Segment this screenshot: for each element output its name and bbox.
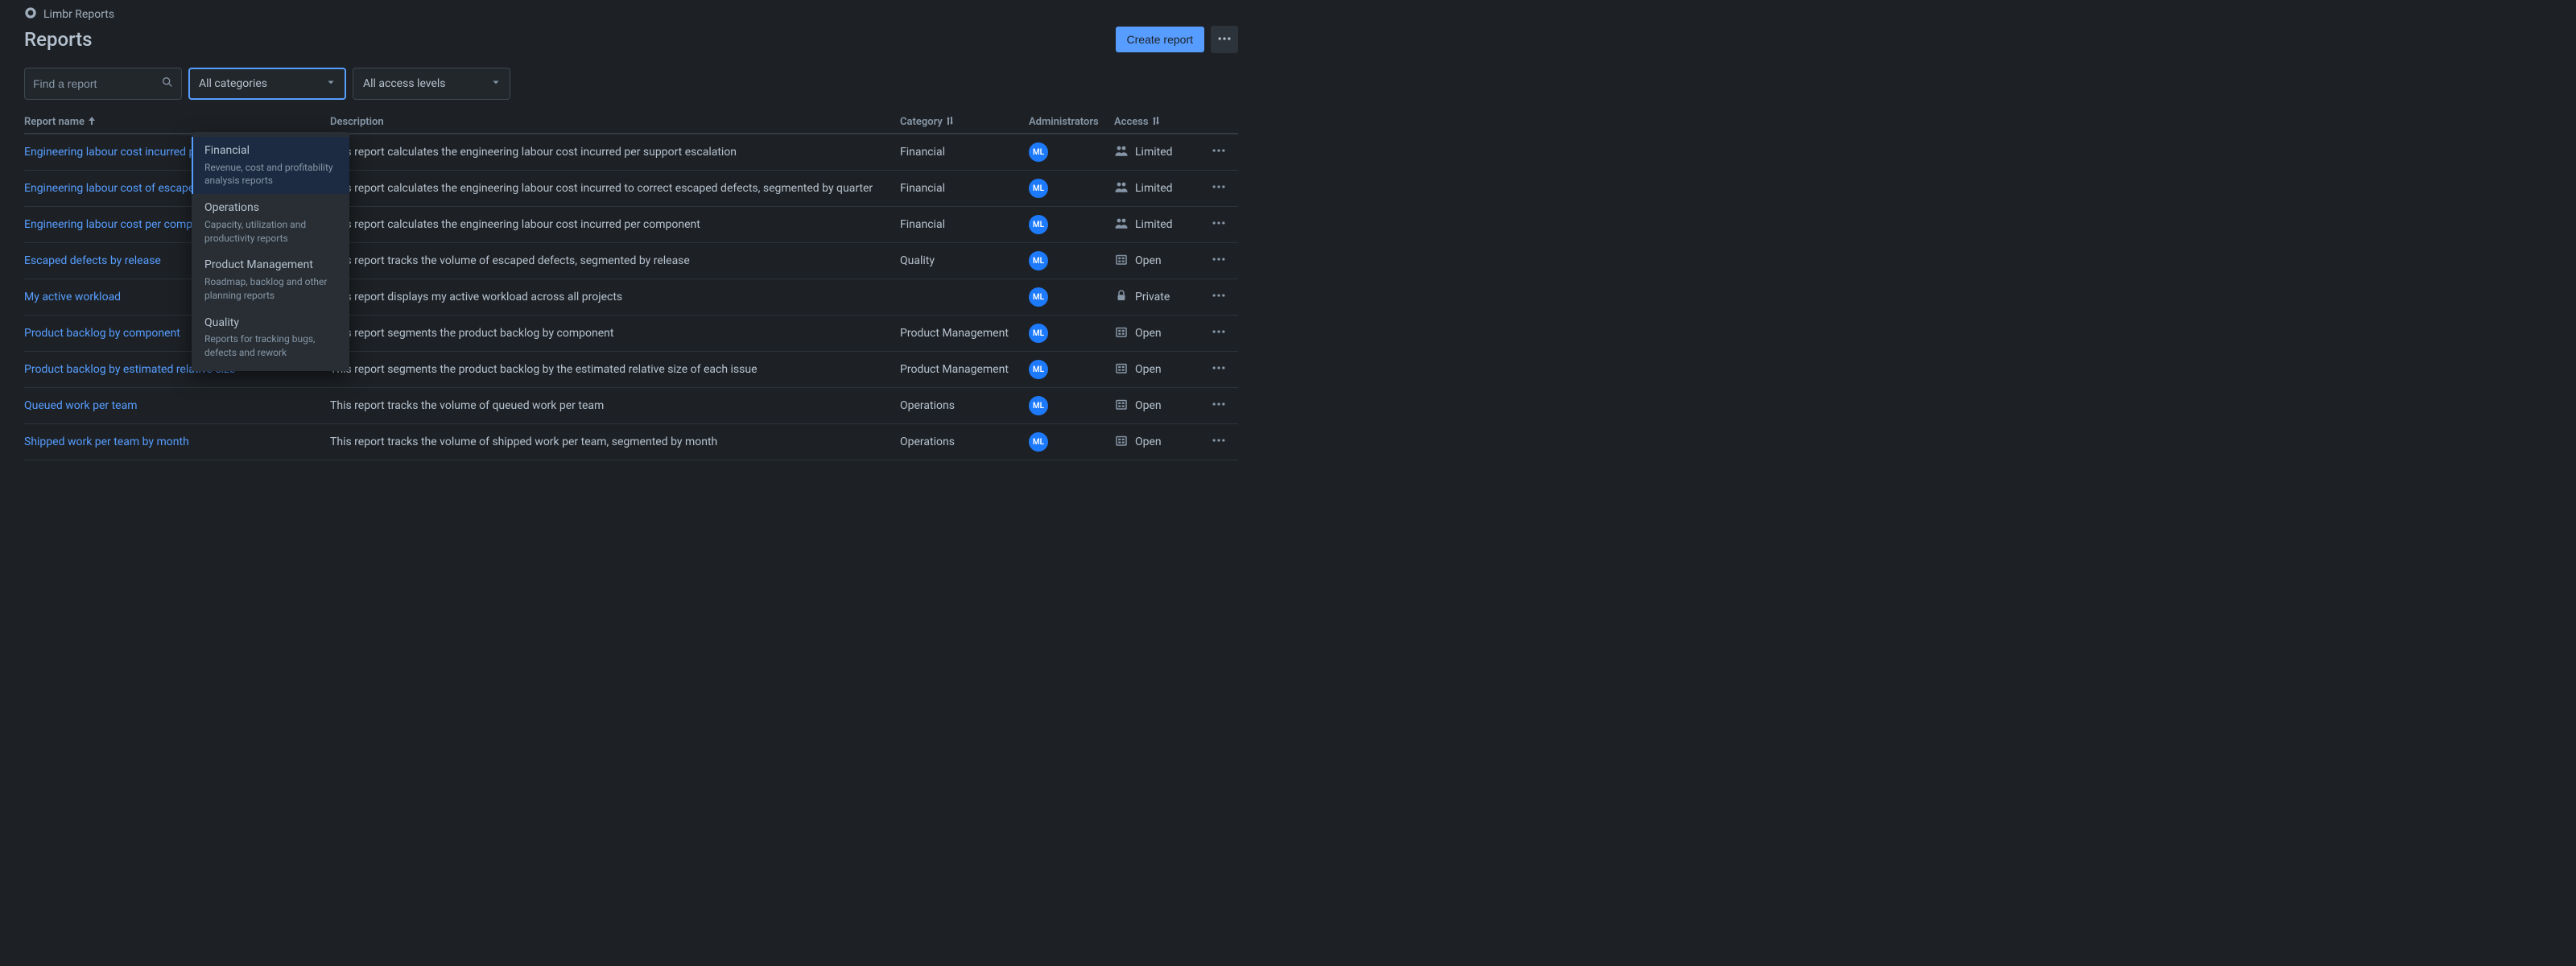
avatar[interactable]: ML bbox=[1029, 215, 1048, 234]
access-label: Open bbox=[1135, 399, 1162, 412]
report-link[interactable]: My active workload bbox=[24, 291, 121, 303]
access-label: Open bbox=[1135, 363, 1162, 376]
sort-icon bbox=[1152, 116, 1160, 128]
row-actions-button[interactable] bbox=[1211, 149, 1227, 162]
report-category: Operations bbox=[900, 424, 1029, 460]
avatar[interactable]: ML bbox=[1029, 360, 1048, 379]
limited-access-icon bbox=[1114, 143, 1129, 161]
category-dropdown: Financial Revenue, cost and profitability… bbox=[192, 132, 349, 371]
report-category bbox=[900, 279, 1029, 316]
search-icon bbox=[161, 76, 174, 92]
access-select-value: All access levels bbox=[363, 77, 446, 90]
row-actions-button[interactable] bbox=[1211, 185, 1227, 198]
open-access-icon bbox=[1114, 361, 1129, 378]
row-actions-button[interactable] bbox=[1211, 294, 1227, 307]
dropdown-item-title: Operations bbox=[204, 200, 338, 217]
report-category: Product Management bbox=[900, 316, 1029, 352]
dropdown-item-subtitle: Revenue, cost and profitability analysis… bbox=[204, 161, 338, 188]
avatar[interactable]: ML bbox=[1029, 179, 1048, 198]
report-category: Financial bbox=[900, 207, 1029, 243]
table-row: Shipped work per team by month This repor… bbox=[24, 424, 1238, 460]
row-actions-button[interactable] bbox=[1211, 330, 1227, 343]
sort-asc-icon bbox=[88, 116, 96, 128]
report-link[interactable]: Shipped work per team by month bbox=[24, 436, 189, 448]
sort-icon bbox=[946, 116, 954, 128]
open-access-icon bbox=[1114, 252, 1129, 270]
report-category: Operations bbox=[900, 388, 1029, 424]
report-description: This report tracks the volume of queued … bbox=[330, 388, 900, 424]
report-description: This report calculates the engineering l… bbox=[330, 207, 900, 243]
row-actions-button[interactable] bbox=[1211, 221, 1227, 234]
chevron-down-icon bbox=[489, 75, 503, 93]
report-description: This report calculates the engineering l… bbox=[330, 171, 900, 207]
dropdown-item-subtitle: Roadmap, backlog and other planning repo… bbox=[204, 275, 338, 303]
more-horizontal-icon bbox=[1216, 31, 1232, 49]
limited-access-icon bbox=[1114, 216, 1129, 233]
breadcrumb: Limbr Reports bbox=[0, 0, 1262, 23]
chevron-down-icon bbox=[324, 75, 338, 93]
avatar[interactable]: ML bbox=[1029, 432, 1048, 452]
avatar[interactable]: ML bbox=[1029, 287, 1048, 307]
limited-access-icon bbox=[1114, 180, 1129, 197]
column-header-access[interactable]: Access bbox=[1114, 109, 1211, 134]
avatar[interactable]: ML bbox=[1029, 396, 1048, 415]
column-header-name[interactable]: Report name bbox=[24, 109, 330, 134]
access-select[interactable]: All access levels bbox=[353, 68, 510, 100]
private-access-icon bbox=[1114, 288, 1129, 306]
dropdown-item[interactable]: Financial Revenue, cost and profitability… bbox=[192, 137, 349, 194]
report-category: Quality bbox=[900, 243, 1029, 279]
dropdown-item[interactable]: Product ManagementRoadmap, backlog and o… bbox=[192, 251, 349, 308]
column-header-description[interactable]: Description bbox=[330, 109, 900, 134]
category-select[interactable]: All categories bbox=[188, 68, 346, 100]
row-actions-button[interactable] bbox=[1211, 402, 1227, 415]
dropdown-item-title: Financial bbox=[204, 143, 338, 159]
create-report-button[interactable]: Create report bbox=[1116, 27, 1204, 52]
report-description: This report tracks the volume of shipped… bbox=[330, 424, 900, 460]
open-access-icon bbox=[1114, 433, 1129, 451]
dropdown-item-subtitle: Capacity, utilization and productivity r… bbox=[204, 218, 338, 246]
row-actions-button[interactable] bbox=[1211, 366, 1227, 379]
open-access-icon bbox=[1114, 324, 1129, 342]
row-actions-button[interactable] bbox=[1211, 258, 1227, 270]
dropdown-item[interactable]: OperationsCapacity, utilization and prod… bbox=[192, 194, 349, 251]
access-label: Limited bbox=[1135, 146, 1173, 159]
search-input[interactable] bbox=[24, 68, 182, 100]
column-header-admin[interactable]: Administrators bbox=[1029, 109, 1114, 134]
column-header-category[interactable]: Category bbox=[900, 109, 1029, 134]
access-label: Limited bbox=[1135, 218, 1173, 231]
report-link[interactable]: Escaped defects by release bbox=[24, 254, 161, 267]
breadcrumb-app[interactable]: Limbr Reports bbox=[43, 8, 114, 21]
row-actions-button[interactable] bbox=[1211, 439, 1227, 452]
report-description: This report calculates the engineering l… bbox=[330, 134, 900, 171]
avatar[interactable]: ML bbox=[1029, 142, 1048, 162]
dropdown-item-title: Quality bbox=[204, 316, 338, 332]
category-select-value: All categories bbox=[199, 77, 267, 90]
page-title: Reports bbox=[24, 28, 92, 51]
access-label: Open bbox=[1135, 327, 1162, 340]
report-description: This report displays my active workload … bbox=[330, 279, 900, 316]
report-description: This report segments the product backlog… bbox=[330, 316, 900, 352]
report-description: This report tracks the volume of escaped… bbox=[330, 243, 900, 279]
dropdown-item-subtitle: Reports for tracking bugs, defects and r… bbox=[204, 332, 338, 360]
avatar[interactable]: ML bbox=[1029, 324, 1048, 343]
dropdown-item-title: Product Management bbox=[204, 258, 338, 274]
report-link[interactable]: Product backlog by component bbox=[24, 327, 180, 340]
report-category: Product Management bbox=[900, 352, 1029, 388]
access-label: Limited bbox=[1135, 182, 1173, 195]
report-category: Financial bbox=[900, 134, 1029, 171]
access-label: Private bbox=[1135, 291, 1170, 303]
dropdown-item[interactable]: QualityReports for tracking bugs, defect… bbox=[192, 309, 349, 366]
avatar[interactable]: ML bbox=[1029, 251, 1048, 270]
report-category: Financial bbox=[900, 171, 1029, 207]
access-label: Open bbox=[1135, 436, 1162, 448]
app-icon bbox=[24, 6, 37, 23]
open-access-icon bbox=[1114, 397, 1129, 415]
report-link[interactable]: Queued work per team bbox=[24, 399, 138, 412]
access-label: Open bbox=[1135, 254, 1162, 267]
more-actions-button[interactable] bbox=[1211, 26, 1238, 53]
table-row: Queued work per team This report tracks t… bbox=[24, 388, 1238, 424]
report-description: This report segments the product backlog… bbox=[330, 352, 900, 388]
